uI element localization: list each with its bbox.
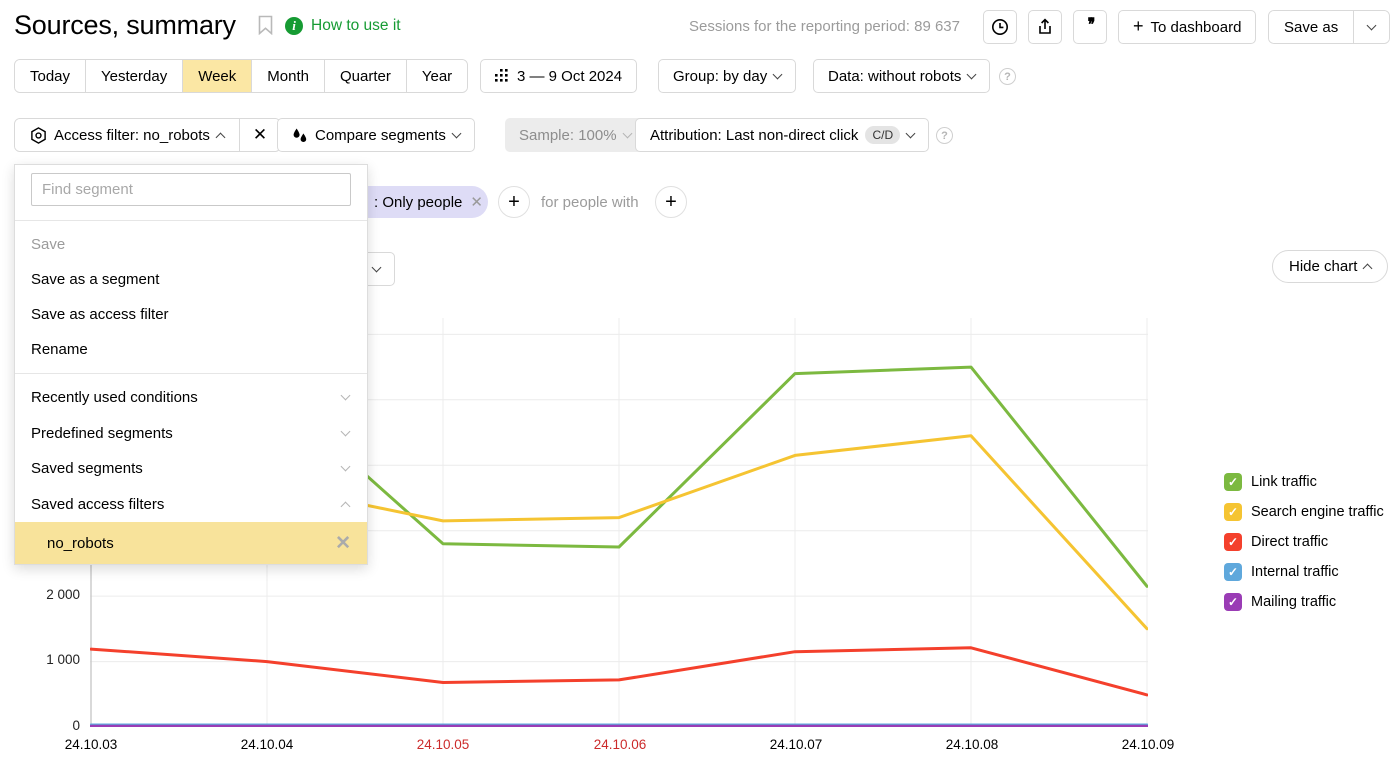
- export-icon: [1036, 18, 1054, 36]
- section-recently-used-conditions[interactable]: Recently used conditions: [15, 380, 367, 416]
- checkbox-checked-icon[interactable]: ✓: [1224, 473, 1242, 491]
- period-tab-today[interactable]: Today: [15, 60, 85, 92]
- chevron-down-icon: [341, 426, 351, 436]
- help-icon[interactable]: ?: [999, 68, 1016, 85]
- quotes-icon: ❜❜: [1088, 16, 1093, 39]
- save-as-button[interactable]: Save as: [1269, 11, 1353, 43]
- section-predefined-segments[interactable]: Predefined segments: [15, 416, 367, 452]
- period-tab-week[interactable]: Week: [182, 60, 251, 92]
- legend-item-search-engine-traffic[interactable]: ✓ Search engine traffic: [1224, 503, 1384, 521]
- segment-dropdown-panel: Save Save as a segment Save as access fi…: [14, 164, 368, 565]
- date-range-button[interactable]: 3 — 9 Oct 2024: [480, 59, 637, 93]
- to-dashboard-button[interactable]: + To dashboard: [1118, 10, 1256, 44]
- period-tab-quarter[interactable]: Quarter: [324, 60, 406, 92]
- section-saved-segments[interactable]: Saved segments: [15, 451, 367, 487]
- checkbox-checked-icon[interactable]: ✓: [1224, 593, 1242, 611]
- group-by-dropdown[interactable]: Group: by day: [658, 59, 796, 93]
- comments-button[interactable]: ❜❜: [1073, 10, 1107, 44]
- checkbox-checked-icon[interactable]: ✓: [1224, 563, 1242, 581]
- period-tab-month[interactable]: Month: [251, 60, 324, 92]
- plus-icon: +: [1133, 16, 1144, 37]
- y-tick: 1 000: [18, 652, 80, 667]
- access-filter-control: Access filter: no_robots ✕: [14, 118, 281, 152]
- checkbox-checked-icon[interactable]: ✓: [1224, 533, 1242, 551]
- section-saved-access-filters[interactable]: Saved access filters: [15, 487, 367, 523]
- segment-filter-icon: [30, 127, 47, 144]
- chevron-up-icon: [215, 132, 225, 142]
- chevron-down-icon: [967, 69, 977, 79]
- y-tick: 0: [18, 718, 80, 733]
- access-filter-clear-button[interactable]: ✕: [239, 119, 280, 151]
- export-button[interactable]: [1028, 10, 1062, 44]
- checkbox-checked-icon[interactable]: ✓: [1224, 503, 1242, 521]
- saved-filter-no-robots[interactable]: no_robots ✕: [15, 522, 367, 564]
- help-icon[interactable]: ?: [936, 127, 953, 144]
- for-people-with-label: for people with: [541, 194, 639, 211]
- how-to-use-link[interactable]: How to use it: [311, 17, 401, 35]
- access-filter-dropdown[interactable]: Access filter: no_robots: [15, 119, 239, 151]
- period-tab-yesterday[interactable]: Yesterday: [85, 60, 182, 92]
- x-tick: 24.10.06: [575, 737, 665, 752]
- chevron-down-icon: [773, 69, 783, 79]
- legend-item-direct-traffic[interactable]: ✓ Direct traffic: [1224, 533, 1328, 551]
- info-icon: i: [285, 17, 303, 35]
- data-mode-dropdown[interactable]: Data: without robots: [813, 59, 990, 93]
- menu-item-save[interactable]: Save: [15, 227, 367, 262]
- chevron-up-icon: [1363, 264, 1373, 274]
- x-tick: 24.10.04: [222, 737, 312, 752]
- chevron-up-icon: [341, 501, 351, 511]
- chevron-down-icon: [1367, 20, 1377, 30]
- calendar-grid-icon: [495, 69, 510, 84]
- clock-icon: [991, 18, 1009, 36]
- x-tick: 24.10.09: [1103, 737, 1193, 752]
- chevron-down-icon: [451, 128, 461, 138]
- history-button[interactable]: [983, 10, 1017, 44]
- save-as-menu-button[interactable]: [1353, 11, 1389, 43]
- save-as-split-button[interactable]: Save as: [1268, 10, 1390, 44]
- bookmark-icon[interactable]: [258, 15, 273, 35]
- find-segment-input[interactable]: [31, 173, 351, 206]
- x-tick: 24.10.07: [751, 737, 841, 752]
- hide-chart-button[interactable]: Hide chart: [1272, 250, 1388, 283]
- chevron-down-icon: [341, 462, 351, 472]
- chevron-down-icon: [341, 391, 351, 401]
- sample-dropdown[interactable]: Sample: 100%: [505, 118, 645, 152]
- add-people-condition-button[interactable]: +: [655, 186, 687, 218]
- attribution-badge: C/D: [865, 126, 900, 144]
- menu-item-save-as-access-filter[interactable]: Save as access filter: [15, 297, 367, 332]
- x-tick: 24.10.05: [398, 737, 488, 752]
- legend-item-mailing-traffic[interactable]: ✓ Mailing traffic: [1224, 593, 1336, 611]
- attribution-dropdown[interactable]: Attribution: Last non-direct click C/D: [635, 118, 929, 152]
- period-tab-year[interactable]: Year: [406, 60, 467, 92]
- sessions-summary-text: Sessions for the reporting period: 89 63…: [590, 18, 960, 35]
- chevron-down-icon: [906, 128, 916, 138]
- y-tick: 2 000: [18, 587, 80, 602]
- chip-remove-icon[interactable]: ✕: [470, 193, 483, 211]
- add-segment-condition-button[interactable]: +: [498, 186, 530, 218]
- compare-segments-dropdown[interactable]: Compare segments: [277, 118, 475, 152]
- x-tick: 24.10.03: [46, 737, 136, 752]
- menu-item-rename[interactable]: Rename: [15, 332, 367, 367]
- delete-filter-icon[interactable]: ✕: [335, 532, 351, 555]
- chevron-down-icon: [372, 262, 382, 272]
- menu-item-save-as-segment[interactable]: Save as a segment: [15, 262, 367, 297]
- page-title: Sources, summary: [14, 10, 236, 41]
- x-tick: 24.10.08: [927, 737, 1017, 752]
- legend-item-link-traffic[interactable]: ✓ Link traffic: [1224, 473, 1317, 491]
- legend-item-internal-traffic[interactable]: ✓ Internal traffic: [1224, 563, 1339, 581]
- period-tabs: Today Yesterday Week Month Quarter Year: [14, 59, 468, 93]
- chevron-down-icon: [622, 128, 632, 138]
- droplets-icon: [292, 127, 308, 144]
